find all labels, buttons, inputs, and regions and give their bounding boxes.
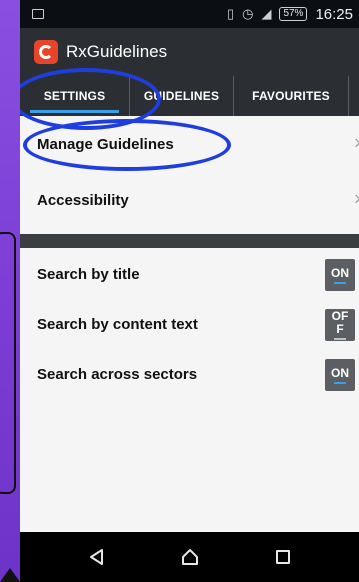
toggle-state: OF F — [331, 309, 349, 336]
status-icons: ▯ ◷ ◢ 57% 16:25 — [227, 6, 353, 23]
search-content-toggle[interactable]: OF F — [325, 309, 355, 341]
toggle-label: Search by title — [37, 265, 140, 283]
alarm-icon: ◷ — [242, 6, 254, 21]
tab-bar: SETTINGS GUIDELINES FAVOURITES — [20, 76, 359, 116]
home-icon — [181, 549, 198, 565]
tab-settings[interactable]: SETTINGS — [20, 76, 130, 116]
toggle-state: ON — [331, 265, 349, 280]
status-time: 16:25 — [315, 5, 353, 23]
chevron-right-icon — [351, 194, 359, 204]
app-logo-icon — [34, 40, 58, 64]
toggle-label: Search by content text — [37, 315, 198, 333]
toggle-indicator — [334, 338, 346, 340]
app-bar: RxGuidelines — [20, 28, 359, 76]
menu-item-manage-guidelines[interactable]: Manage Guidelines — [20, 116, 359, 172]
app-title: RxGuidelines — [66, 42, 168, 61]
recents-icon — [275, 550, 290, 564]
battery-indicator: 57% — [279, 7, 308, 21]
chevron-right-icon — [351, 138, 359, 148]
image-notification-icon — [32, 9, 44, 19]
section-divider — [20, 234, 359, 248]
tab-overflow[interactable] — [349, 76, 359, 116]
vibrate-icon: ▯ — [226, 6, 235, 21]
tab-favourites[interactable]: FAVOURITES — [234, 76, 349, 116]
toggle-indicator — [334, 381, 346, 384]
search-title-toggle[interactable]: ON — [325, 259, 355, 291]
phone-screen: ▯ ◷ ◢ 57% 16:25 RxGuidelines SETTINGS GU… — [20, 0, 359, 582]
toggle-state: ON — [331, 365, 349, 380]
home-button[interactable] — [170, 542, 210, 572]
tab-guidelines[interactable]: GUIDELINES — [130, 76, 234, 116]
menu-item-accessibility[interactable]: Accessibility — [20, 172, 359, 228]
callout-tip — [0, 568, 20, 582]
status-bar: ▯ ◷ ◢ 57% 16:25 — [20, 0, 359, 28]
signal-icon: ◢ — [261, 6, 272, 21]
back-icon — [89, 549, 103, 565]
recents-button[interactable] — [263, 542, 303, 572]
toggle-row-search-title: Search by title ON — [20, 250, 359, 298]
search-sectors-toggle[interactable]: ON — [325, 359, 355, 391]
navigation-bar — [20, 532, 359, 582]
settings-content: Manage Guidelines Accessibility Search b… — [20, 116, 359, 532]
menu-item-label: Manage Guidelines — [37, 135, 174, 153]
back-button[interactable] — [77, 542, 117, 572]
callout-box — [0, 232, 16, 494]
menu-item-label: Accessibility — [37, 191, 129, 209]
toggle-label: Search across sectors — [37, 365, 198, 383]
toggle-indicator — [334, 281, 346, 284]
toggle-row-search-content: Search by content text OF F — [20, 300, 359, 348]
toggle-row-search-sectors: Search across sectors ON — [20, 350, 359, 398]
